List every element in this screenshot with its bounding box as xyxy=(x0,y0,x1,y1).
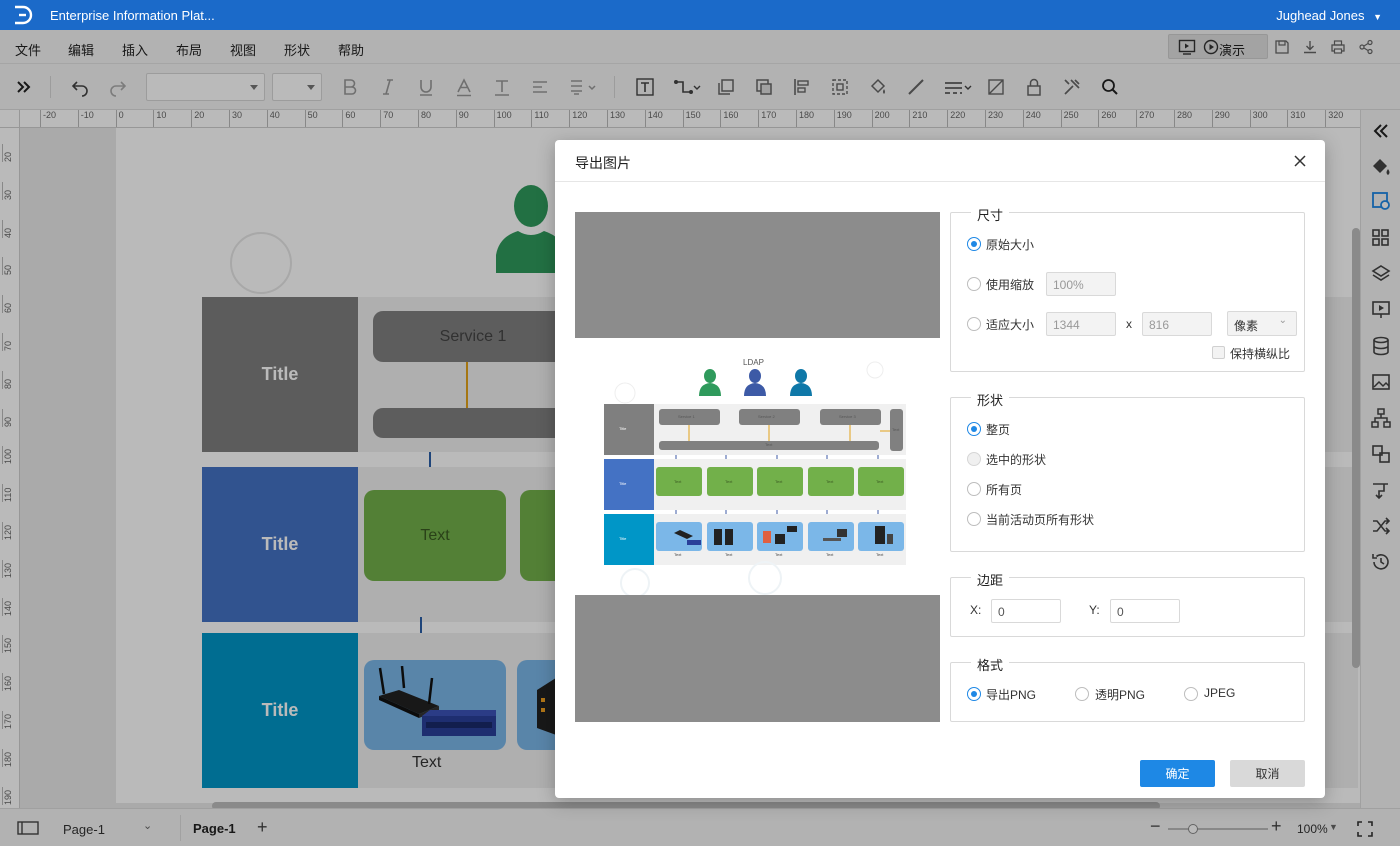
transparent-png-label[interactable]: 透明PNG xyxy=(1095,686,1145,703)
close-icon[interactable] xyxy=(1293,154,1307,168)
document-title[interactable]: Enterprise Information Plat... xyxy=(50,8,215,23)
thumb-green-text: Text xyxy=(674,479,682,484)
thumb-device-text: Text xyxy=(775,552,783,557)
margin-group: 边距 X: 0 Y: 0 xyxy=(950,570,1305,637)
selected-shapes-label[interactable]: 选中的形状 xyxy=(986,451,1046,468)
cancel-button[interactable]: 取消 xyxy=(1230,760,1305,787)
margin-x-input[interactable]: 0 xyxy=(991,599,1061,623)
transparent-png-radio[interactable] xyxy=(1075,687,1089,701)
preview-image: LDAP Title Title Title Service 1 Service… xyxy=(575,338,940,595)
dialog-title: 导出图片 xyxy=(575,155,631,171)
size-group: 尺寸 原始大小 使用缩放 100% 适应大小 1344 x 816 像素 ⌄ 保持… xyxy=(950,205,1305,372)
size-legend: 尺寸 xyxy=(971,205,1010,224)
whole-page-label[interactable]: 整页 xyxy=(986,421,1010,438)
chevron-down-icon: ▼ xyxy=(1373,12,1382,22)
thumb-side-text: Text xyxy=(892,427,900,432)
thumb-lane-title: Title xyxy=(619,481,627,486)
shape-group: 形状 整页 选中的形状 所有页 当前活动页所有形状 xyxy=(950,390,1305,552)
format-group: 格式 导出PNG 透明PNG JPEG xyxy=(950,655,1305,722)
png-label[interactable]: 导出PNG xyxy=(986,686,1036,703)
thumb-ldap-label: LDAP xyxy=(743,358,764,367)
thumb-device-text: Text xyxy=(826,552,834,557)
unit-select[interactable]: 像素 ⌄ xyxy=(1227,311,1297,336)
jpeg-label[interactable]: JPEG xyxy=(1204,686,1235,700)
margin-x-label: X: xyxy=(970,603,982,617)
thumb-green-text: Text xyxy=(876,479,884,484)
fit-size-radio[interactable] xyxy=(967,317,981,331)
all-pages-label[interactable]: 所有页 xyxy=(986,481,1022,498)
title-bar: Enterprise Information Plat... Jughead J… xyxy=(0,0,1400,30)
thumb-lane-title: Title xyxy=(619,536,627,541)
app-logo-icon xyxy=(15,5,33,25)
thumb-service: Service 3 xyxy=(839,414,856,419)
thumb-service: Service 2 xyxy=(758,414,775,419)
jpeg-radio[interactable] xyxy=(1184,687,1198,701)
width-input[interactable]: 1344 xyxy=(1046,312,1116,336)
dialog-divider xyxy=(555,181,1325,182)
whole-page-radio[interactable] xyxy=(967,422,981,436)
scale-radio[interactable] xyxy=(967,277,981,291)
thumb-bar-text: Text xyxy=(765,442,773,447)
thumb-lane-title: Title xyxy=(619,426,627,431)
confirm-button[interactable]: 确定 xyxy=(1140,760,1215,787)
thumb-device-text: Text xyxy=(725,552,733,557)
original-size-radio[interactable] xyxy=(967,237,981,251)
user-name: Jughead Jones xyxy=(1276,8,1365,23)
scale-label[interactable]: 使用缩放 xyxy=(986,276,1034,293)
keep-ratio-checkbox[interactable] xyxy=(1212,346,1225,359)
thumb-device-text: Text xyxy=(674,552,682,557)
all-pages-radio[interactable] xyxy=(967,482,981,496)
unit-value: 像素 xyxy=(1234,319,1259,333)
user-menu[interactable]: Jughead Jones ▼ xyxy=(1276,8,1382,23)
export-preview: LDAP Title Title Title Service 1 Service… xyxy=(575,212,940,722)
shape-legend: 形状 xyxy=(971,390,1010,409)
png-radio[interactable] xyxy=(967,687,981,701)
margin-y-input[interactable]: 0 xyxy=(1110,599,1180,623)
margin-legend: 边距 xyxy=(971,570,1010,589)
active-page-shapes-label[interactable]: 当前活动页所有形状 xyxy=(986,511,1094,528)
thumb-green-text: Text xyxy=(725,479,733,484)
thumb-device-text: Text xyxy=(876,552,884,557)
thumb-service: Service 1 xyxy=(678,414,695,419)
format-legend: 格式 xyxy=(971,655,1010,674)
dimension-separator: x xyxy=(1126,317,1132,331)
diagram-thumbnail xyxy=(604,361,906,595)
fit-size-label[interactable]: 适应大小 xyxy=(986,316,1034,333)
selected-shapes-radio[interactable] xyxy=(967,452,981,466)
height-input[interactable]: 816 xyxy=(1142,312,1212,336)
chevron-down-icon: ⌄ xyxy=(1278,315,1287,326)
thumb-avatar-icon xyxy=(790,369,812,396)
active-page-shapes-radio[interactable] xyxy=(967,512,981,526)
thumb-green-text: Text xyxy=(775,479,783,484)
scale-input[interactable]: 100% xyxy=(1046,272,1116,296)
margin-y-label: Y: xyxy=(1089,603,1100,617)
export-image-dialog: 导出图片 LDAP Title Title Title Service 1 Se… xyxy=(555,140,1325,798)
original-size-label[interactable]: 原始大小 xyxy=(986,236,1034,253)
thumb-avatar-icon xyxy=(744,369,766,396)
keep-ratio-label[interactable]: 保持横纵比 xyxy=(1230,345,1290,362)
thumb-green-text: Text xyxy=(826,479,834,484)
thumb-avatar-icon xyxy=(699,369,721,396)
